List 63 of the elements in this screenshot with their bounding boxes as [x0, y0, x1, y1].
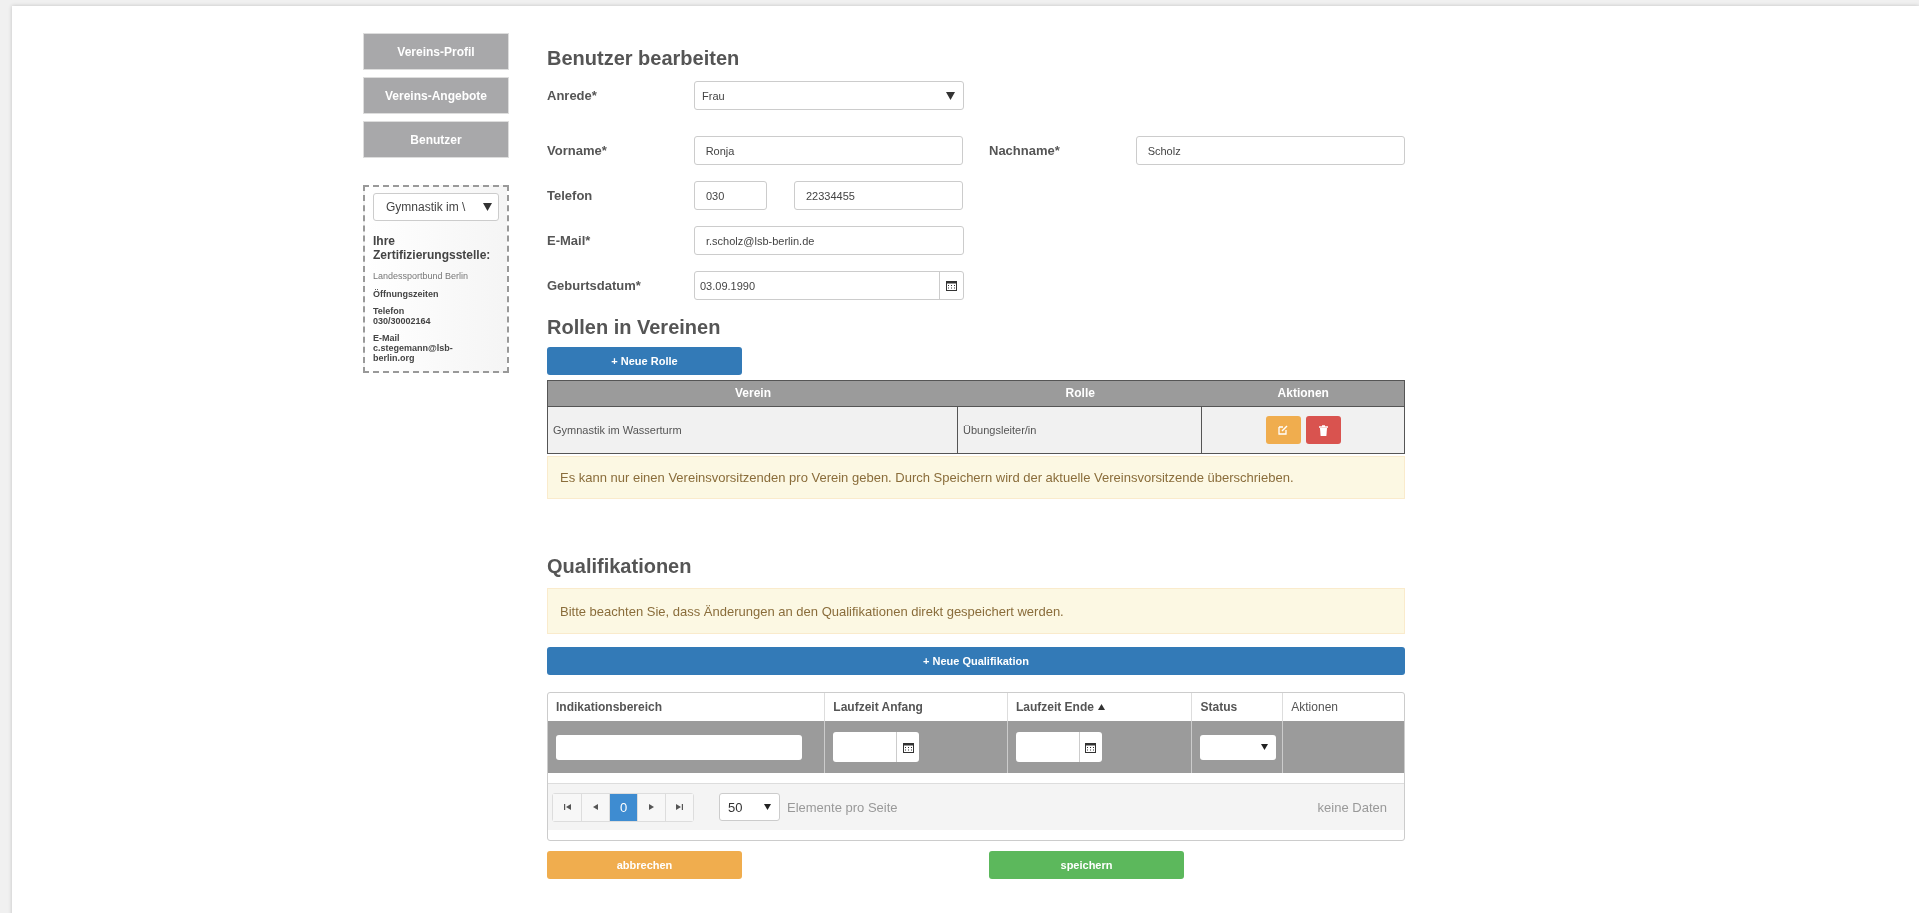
column-header[interactable]: Indikationsbereich	[556, 700, 663, 714]
field-label: Nachname*	[989, 143, 1061, 158]
current-page-button[interactable]: 0	[609, 793, 637, 821]
first-page-icon	[563, 804, 571, 810]
column-header: Rolle	[1064, 385, 1096, 402]
section-heading: Qualifikationen	[547, 555, 693, 578]
column-header[interactable]: Laufzeit Anfang	[833, 700, 923, 714]
first-name-field[interactable]: Ronja	[693, 136, 963, 165]
dropdown-arrow-icon	[1261, 744, 1269, 750]
delete-button[interactable]	[1305, 416, 1341, 444]
next-page-icon	[649, 804, 654, 810]
column-header: Aktionen	[1276, 385, 1330, 402]
section-heading: Rollen in Vereinen	[547, 316, 722, 339]
certification-name: Landessportbund Berlin	[373, 271, 470, 281]
column-header[interactable]: Aktionen	[1291, 700, 1338, 714]
phone-label: Telefon	[373, 306, 406, 316]
birthdate-field[interactable]: 03.09.1990	[694, 271, 964, 300]
email-label: E-Mail	[373, 333, 401, 343]
last-page-icon	[676, 804, 683, 810]
edit-icon	[1278, 425, 1289, 435]
email-field[interactable]: r.scholz@lsb-berlin.de	[694, 226, 964, 255]
trash-icon	[1318, 424, 1328, 436]
filter-field[interactable]	[556, 734, 802, 760]
new-qualification-button[interactable]: + Neue Qualifikation	[547, 647, 1405, 675]
calendar-icon	[1085, 741, 1097, 753]
certification-heading: Ihre Zertifizierungsstelle:	[373, 234, 492, 262]
warning-notice: Es kann nur einen Vereinsvorsitzenden pro Verein geben. Durch Speichern wird der aktuelle Vereinsvorsitzende überschrieben.	[547, 456, 1405, 499]
column-header[interactable]: Laufzeit Ende	[1015, 700, 1105, 714]
calendar-icon	[902, 741, 914, 753]
last-name-field[interactable]: Scholz	[1135, 136, 1405, 165]
phone-number-field[interactable]: 22334455	[794, 181, 963, 210]
column-header[interactable]: Status	[1200, 700, 1238, 714]
calendar-icon	[946, 280, 957, 291]
date-filter-field[interactable]	[1015, 732, 1102, 762]
table-cell: Übungsleiter/in	[958, 406, 1203, 453]
empty-state-text: keine Daten	[1317, 799, 1387, 815]
sort-ascending-icon	[1097, 704, 1105, 710]
salutation-select[interactable]: Frau	[694, 81, 964, 110]
field-label: E-Mail*	[547, 233, 592, 248]
field-label: Geburtsdatum*	[547, 278, 642, 293]
club-select[interactable]: Gymnastik im \	[373, 193, 499, 221]
page-size-select[interactable]: 50	[719, 793, 780, 821]
field-label: Vorname*	[547, 143, 608, 158]
status-filter-select[interactable]	[1200, 734, 1277, 760]
dropdown-arrow-icon	[764, 804, 771, 810]
column-header: Verein	[734, 385, 773, 402]
edit-button[interactable]	[1265, 416, 1301, 444]
field-label: Anrede*	[547, 88, 598, 103]
field-label: Telefon	[547, 188, 594, 203]
table-cell: Gymnastik im Wasserturm	[548, 406, 959, 453]
opening-hours-label: Öffnungszeiten	[373, 289, 440, 299]
page-size-label: Elemente pro Seite	[787, 799, 898, 815]
new-role-button[interactable]: + Neue Rolle	[547, 347, 742, 375]
dropdown-arrow-icon	[483, 203, 492, 211]
phone-number: 030/30002164	[373, 316, 432, 326]
dropdown-arrow-icon	[946, 91, 955, 100]
previous-page-icon	[593, 804, 598, 810]
page-title: Benutzer bearbeiten	[547, 47, 741, 70]
email-address: c.stegemann@lsb-berlin.org	[373, 343, 454, 363]
last-page-button[interactable]	[665, 793, 693, 821]
info-notice: Bitte beachten Sie, dass Änderungen an den Qualifikationen direkt gespeichert werden.	[547, 588, 1405, 634]
area-code-field[interactable]: 030	[694, 181, 767, 210]
date-filter-field[interactable]	[833, 732, 920, 762]
